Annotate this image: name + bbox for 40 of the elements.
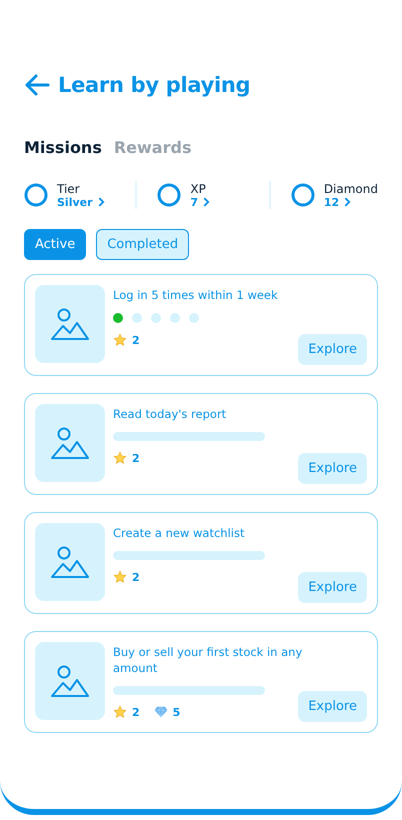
reward-amount: 2 — [132, 452, 140, 464]
filter-chip[interactable]: Completed — [96, 229, 190, 260]
stat-label: Tier — [57, 182, 81, 196]
mission-title: Log in 5 times within 1 week — [113, 287, 279, 303]
image-placeholder-icon — [35, 285, 105, 363]
ring-icon — [24, 183, 48, 207]
stat-link[interactable]: 12 — [324, 196, 378, 208]
back-arrow-icon[interactable] — [24, 74, 50, 96]
diamond-icon — [154, 706, 168, 718]
stat-link[interactable]: 7 — [190, 196, 210, 208]
explore-button[interactable]: Explore — [298, 453, 367, 484]
page-title: Learn by playing — [58, 73, 250, 97]
tab[interactable]: Rewards — [114, 138, 192, 157]
reward-amount: 2 — [132, 570, 140, 584]
chevron-right-icon — [344, 197, 352, 207]
chevron-right-icon — [203, 197, 210, 207]
star-icon — [113, 705, 127, 719]
reward-amount: 2 — [132, 334, 140, 346]
image-placeholder-icon — [35, 642, 105, 720]
explore-button[interactable]: Explore — [298, 334, 367, 365]
explore-button[interactable]: Explore — [298, 572, 367, 603]
explore-button[interactable]: Explore — [298, 691, 367, 722]
reward-amount: 5 — [172, 706, 180, 718]
filter-chip[interactable]: Active — [24, 229, 86, 260]
star-icon — [113, 333, 127, 347]
tab[interactable]: Missions — [24, 138, 102, 157]
mission-title: Create a new watchlist — [113, 525, 246, 541]
chevron-right-icon — [98, 197, 105, 207]
stat-label: Diamond — [324, 182, 378, 196]
stat-link[interactable]: Silver — [57, 196, 105, 208]
reward-amount: 2 — [132, 706, 140, 718]
mission-title: Buy or sell your first stock in any amount — [113, 644, 304, 676]
image-placeholder-icon — [35, 523, 105, 601]
star-icon — [113, 451, 127, 465]
mission-title: Read today's report — [113, 406, 228, 422]
stat-label: XP — [190, 182, 207, 196]
image-placeholder-icon — [35, 404, 105, 482]
star-icon — [113, 570, 127, 584]
ring-icon — [290, 183, 315, 207]
ring-icon — [157, 183, 182, 207]
